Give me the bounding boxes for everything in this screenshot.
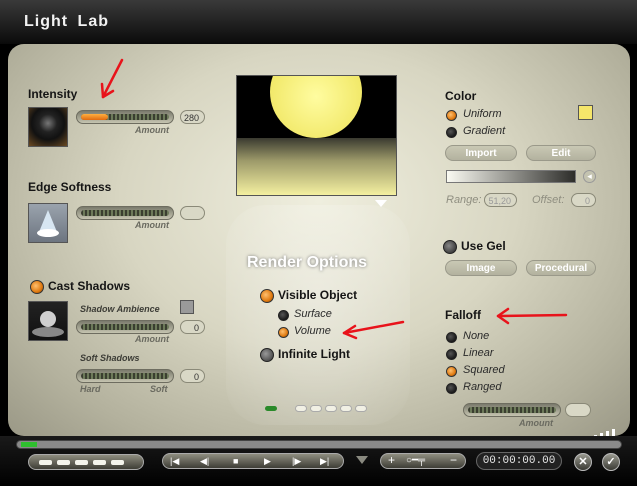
cast-shadows-heading: Cast Shadows	[48, 279, 131, 293]
offset-value-field[interactable]: 0	[571, 193, 596, 207]
timeline-playhead[interactable]	[21, 442, 37, 447]
uniform-label: Uniform	[463, 108, 502, 120]
gradient-label: Gradient	[463, 125, 506, 137]
page-indicator-5[interactable]	[355, 405, 367, 412]
surface-label: Surface	[294, 308, 332, 320]
playback-options-icon[interactable]	[356, 456, 368, 464]
gradient-options-icon[interactable]: ◂	[583, 170, 596, 183]
falloff-heading: Falloff	[445, 308, 481, 322]
remove-keyframe-icon[interactable]: −	[450, 453, 457, 468]
falloff-linear-label: Linear	[463, 347, 494, 359]
view-toggle-3[interactable]	[75, 460, 88, 465]
volume-radio[interactable]	[278, 327, 289, 338]
edit-button[interactable]: Edit	[526, 145, 596, 161]
visible-object-toggle[interactable]	[260, 289, 274, 303]
edge-softness-amount-caption: Amount	[135, 220, 169, 230]
gradient-radio[interactable]	[446, 127, 457, 138]
volume-label: Volume	[294, 325, 331, 337]
edge-softness-thumbnail	[28, 203, 68, 243]
range-value-field[interactable]: 51,20	[484, 193, 517, 207]
uniform-radio[interactable]	[446, 110, 457, 121]
page-indicator-3[interactable]	[325, 405, 337, 412]
gel-image-button[interactable]: Image	[445, 260, 517, 276]
falloff-linear-radio[interactable]	[446, 349, 457, 360]
infinite-light-label: Infinite Light	[278, 347, 350, 361]
shadow-ambience-color-swatch[interactable]	[180, 300, 194, 314]
stop-icon[interactable]: ■	[233, 454, 238, 468]
title-bar: Light Lab	[0, 0, 637, 44]
falloff-none-label: None	[463, 330, 490, 342]
soft-shadows-slider[interactable]	[76, 369, 174, 383]
accept-button[interactable]: ✓	[602, 453, 620, 471]
falloff-none-radio[interactable]	[446, 332, 457, 343]
window-title: Light Lab	[24, 13, 109, 30]
go-to-start-icon[interactable]: |◀	[170, 454, 179, 468]
render-options-heading: Render Options	[247, 254, 368, 271]
intensity-slider[interactable]	[76, 110, 174, 124]
intensity-value-field[interactable]: 280	[180, 110, 205, 124]
go-to-end-icon[interactable]: ▶|	[320, 454, 329, 468]
falloff-amount-slider[interactable]	[463, 403, 561, 417]
edge-softness-value-field[interactable]	[180, 206, 205, 220]
gradient-bar[interactable]	[446, 170, 576, 183]
falloff-ranged-label: Ranged	[463, 381, 502, 393]
shadow-ambience-value-field[interactable]: 0	[180, 320, 205, 334]
surface-radio[interactable]	[278, 310, 289, 321]
use-gel-heading: Use Gel	[461, 239, 506, 253]
timecode-display: 00:00:00.00	[476, 452, 562, 470]
view-toggle-2[interactable]	[57, 460, 70, 465]
infinite-light-toggle[interactable]	[260, 348, 274, 362]
step-back-icon[interactable]: ◀|	[200, 454, 209, 468]
shadow-ambience-amount-caption: Amount	[135, 334, 169, 344]
color-swatch[interactable]	[578, 105, 593, 120]
intensity-slider-fill	[81, 114, 108, 120]
import-button[interactable]: Import	[445, 145, 517, 161]
page-indicator-4[interactable]	[340, 405, 352, 412]
offset-label: Offset:	[532, 194, 565, 206]
page-indicator-2[interactable]	[310, 405, 322, 412]
shadow-ambience-slider[interactable]	[76, 320, 174, 334]
view-toggle-4[interactable]	[93, 460, 106, 465]
view-toggle-1[interactable]	[39, 460, 52, 465]
visible-object-label: Visible Object	[278, 288, 358, 302]
timeline-track[interactable]	[16, 440, 622, 449]
step-forward-icon[interactable]: |▶	[292, 454, 301, 468]
playback-controls	[162, 453, 344, 469]
key-icon[interactable]: ○━╤	[406, 453, 425, 468]
light-preview-window	[236, 75, 397, 196]
gel-procedural-button[interactable]: Procedural	[526, 260, 596, 276]
soft-shadows-label: Soft Shadows	[80, 353, 140, 363]
falloff-squared-label: Squared	[463, 364, 505, 376]
cancel-button[interactable]: ✕	[574, 453, 592, 471]
falloff-amount-field[interactable]	[565, 403, 591, 417]
cast-shadows-thumbnail	[28, 301, 68, 341]
view-toggle-group[interactable]	[28, 454, 144, 470]
intensity-heading: Intensity	[28, 87, 78, 101]
soft-shadows-soft-caption: Soft	[150, 384, 168, 394]
edge-softness-heading: Edge Softness	[28, 180, 112, 194]
add-keyframe-icon[interactable]: +	[388, 453, 395, 468]
intensity-amount-caption: Amount	[135, 125, 169, 135]
play-icon[interactable]: ▶	[264, 454, 271, 468]
page-indicator-1[interactable]	[295, 405, 307, 412]
edge-softness-slider[interactable]	[76, 206, 174, 220]
intensity-preview-thumbnail	[28, 107, 68, 147]
page-indicator-active[interactable]	[265, 406, 277, 411]
range-label: Range:	[446, 194, 482, 206]
color-heading: Color	[445, 89, 477, 103]
view-toggle-5[interactable]	[111, 460, 124, 465]
falloff-ranged-radio[interactable]	[446, 383, 457, 394]
shadow-ambience-label: Shadow Ambience	[80, 304, 160, 314]
resize-grip-icon[interactable]	[586, 426, 622, 439]
falloff-amount-caption: Amount	[519, 418, 553, 428]
soft-shadows-hard-caption: Hard	[80, 384, 101, 394]
falloff-squared-radio[interactable]	[446, 366, 457, 377]
use-gel-toggle[interactable]	[443, 240, 457, 254]
cast-shadows-toggle[interactable]	[30, 280, 44, 294]
soft-shadows-value-field[interactable]: 0	[180, 369, 205, 383]
